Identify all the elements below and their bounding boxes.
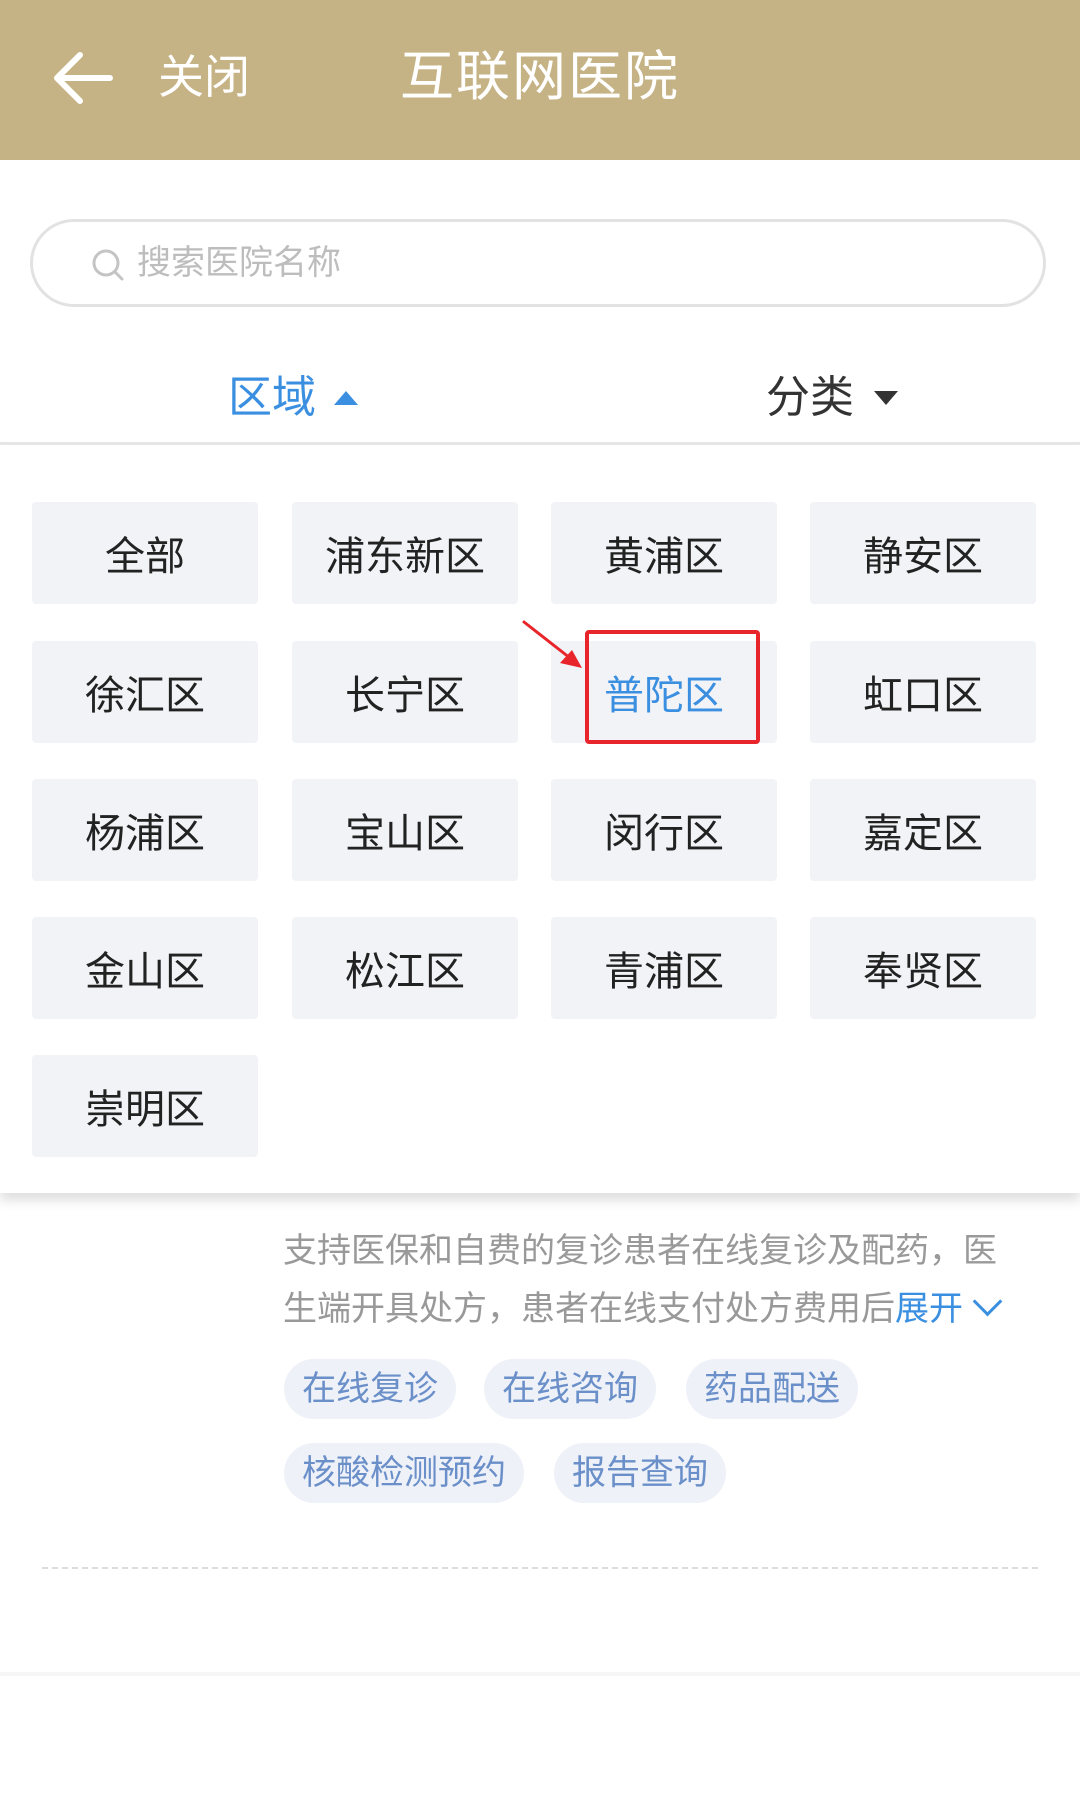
arrow-left-icon[interactable] (52, 50, 114, 106)
service-tag[interactable]: 在线复诊 (284, 1359, 456, 1419)
tab-category-label: 分类 (766, 372, 854, 423)
filter-bar: 区域 分类 (0, 352, 1080, 445)
hospital-description: 支持医保和自费的复诊患者在线复诊及配药，医 生端开具处方，患者在线支付处方费用后… (283, 1222, 1023, 1338)
district-option[interactable]: 虹口区 (810, 641, 1036, 743)
district-option[interactable]: 浦东新区 (292, 502, 518, 604)
caret-up-icon (334, 391, 358, 405)
district-option[interactable]: 崇明区 (32, 1055, 258, 1157)
divider (0, 1672, 1080, 1676)
district-option[interactable]: 徐汇区 (32, 641, 258, 743)
service-tag[interactable]: 核酸检测预约 (284, 1443, 524, 1503)
tab-region[interactable]: 区域 (228, 368, 358, 428)
expand-label: 展开 (895, 1289, 963, 1329)
district-option[interactable]: 奉贤区 (810, 917, 1036, 1019)
caret-down-icon (874, 391, 898, 405)
district-option[interactable]: 黄浦区 (551, 502, 777, 604)
service-tag[interactable]: 药品配送 (686, 1359, 858, 1419)
expand-link[interactable]: 展开 (895, 1286, 1003, 1329)
page-title: 互联网医院 (400, 45, 680, 108)
district-option[interactable]: 嘉定区 (810, 779, 1036, 881)
description-line: 生端开具处方，患者在线支付处方费用后展开 (283, 1280, 1023, 1338)
district-option[interactable]: 闵行区 (551, 779, 777, 881)
search-placeholder: 搜索医院名称 (137, 243, 341, 283)
district-option-selected[interactable]: 普陀区 (551, 641, 777, 743)
description-line: 支持医保和自费的复诊患者在线复诊及配药，医 (283, 1231, 997, 1271)
description-text: 生端开具处方，患者在线支付处方费用后 (283, 1289, 895, 1329)
app-header: 关闭 互联网医院 (0, 0, 1080, 160)
chevron-down-icon (972, 1286, 1003, 1317)
search-input[interactable]: 搜索医院名称 (30, 219, 1046, 307)
district-option[interactable]: 全部 (32, 502, 258, 604)
close-button[interactable]: 关闭 (158, 48, 250, 106)
district-option[interactable]: 宝山区 (292, 779, 518, 881)
divider (42, 1567, 1038, 1569)
service-tag[interactable]: 报告查询 (554, 1443, 726, 1503)
tab-category[interactable]: 分类 (766, 368, 898, 428)
district-option[interactable]: 青浦区 (551, 917, 777, 1019)
service-tag[interactable]: 在线咨询 (484, 1359, 656, 1419)
district-dropdown: 全部 浦东新区 黄浦区 静安区 徐汇区 长宁区 普陀区 虹口区 杨浦区 宝山区 … (0, 445, 1080, 1193)
search-icon (92, 249, 124, 281)
district-option[interactable]: 松江区 (292, 917, 518, 1019)
district-option[interactable]: 静安区 (810, 502, 1036, 604)
district-option[interactable]: 长宁区 (292, 641, 518, 743)
district-option[interactable]: 金山区 (32, 917, 258, 1019)
district-option[interactable]: 杨浦区 (32, 779, 258, 881)
tab-region-label: 区域 (228, 372, 316, 423)
